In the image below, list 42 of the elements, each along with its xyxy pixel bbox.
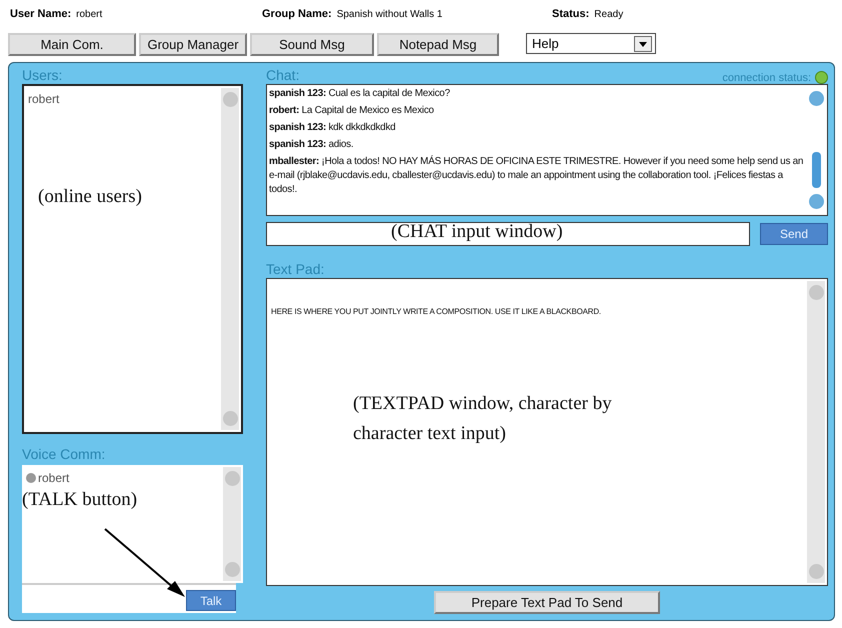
group-name-value: Spanish without Walls 1 [336, 9, 442, 20]
scroll-down-icon[interactable] [808, 194, 824, 209]
scroll-down-icon[interactable] [224, 562, 240, 577]
speaker-dot-icon [26, 473, 36, 483]
tab[interactable]: Group Manager [139, 33, 247, 56]
scroll-down-icon[interactable] [222, 411, 238, 426]
scroll-down-icon[interactable] [808, 564, 824, 579]
scroll-thumb[interactable] [812, 152, 820, 188]
scroll-up-icon[interactable] [808, 91, 824, 106]
help-dropdown[interactable]: Help [526, 33, 656, 54]
group-name-label: Group Name: [262, 8, 332, 20]
scroll-up-icon[interactable] [808, 285, 824, 300]
scroll-up-icon[interactable] [224, 471, 240, 486]
voice-comm-title: Voice Comm: [22, 445, 106, 463]
status-value: Ready [594, 9, 624, 20]
text-pad[interactable]: HERE IS WHERE YOU PUT JOINTLY WRITE A COMPOSITION. USE IT LIKE A BLACKBOARD. (TEXTPAD window, character by character text input) [266, 278, 828, 586]
chat-message: spanish 123: kdk dkkdkdkdkd [269, 121, 396, 135]
chat-message: spanish 123: adios. [269, 138, 354, 152]
chat-input-field[interactable] [266, 222, 750, 246]
user-name-value: robert [76, 9, 102, 20]
prepare-text-pad-button[interactable]: Prepare Text Pad To Send [434, 591, 660, 614]
tab[interactable]: Main Com. [8, 33, 136, 56]
tab[interactable]: Notepad Msg [377, 33, 499, 56]
status-label: Status: [552, 8, 590, 20]
voice-user-item[interactable]: robert [38, 471, 70, 485]
annotation: (CHAT input window) [391, 221, 563, 243]
chat-message: robert: La Capital de Mexico es Mexico [269, 104, 435, 118]
connection-status-icon [815, 71, 828, 84]
users-title: Users: [22, 66, 64, 84]
connection-status-label: connection status: [722, 72, 811, 84]
scroll-up-icon[interactable] [222, 92, 238, 107]
chat-title: Chat: [266, 66, 300, 84]
tab[interactable]: Sound Msg [250, 33, 374, 56]
user-item[interactable]: robert [28, 92, 60, 106]
annotation: (TEXTPAD window, character by character text input) [353, 392, 613, 446]
chat-message: spanish 123: Cual es la capital de Mexico? [269, 87, 451, 101]
user-name-label: User Name: [10, 8, 72, 20]
text-pad-content: HERE IS WHERE YOU PUT JOINTLY WRITE A COMPOSITION. USE IT LIKE A BLACKBOARD. [271, 307, 601, 316]
chat-message: mballester: ¡Hola a todos! NO HAY MÁS HORAS DE OFICINA ESTE TRIMESTRE. However if you need some help send us an e-mail (rjblake@ucdavis.edu, cballester@ucdavis.edu) to male an appointment using the collaboration tool. ¡Felices fiestas a todos!. [269, 155, 804, 197]
annotation: (TALK button) [22, 489, 138, 511]
annotation: (online users) [38, 186, 142, 208]
text-pad-title: Text Pad: [266, 260, 326, 278]
